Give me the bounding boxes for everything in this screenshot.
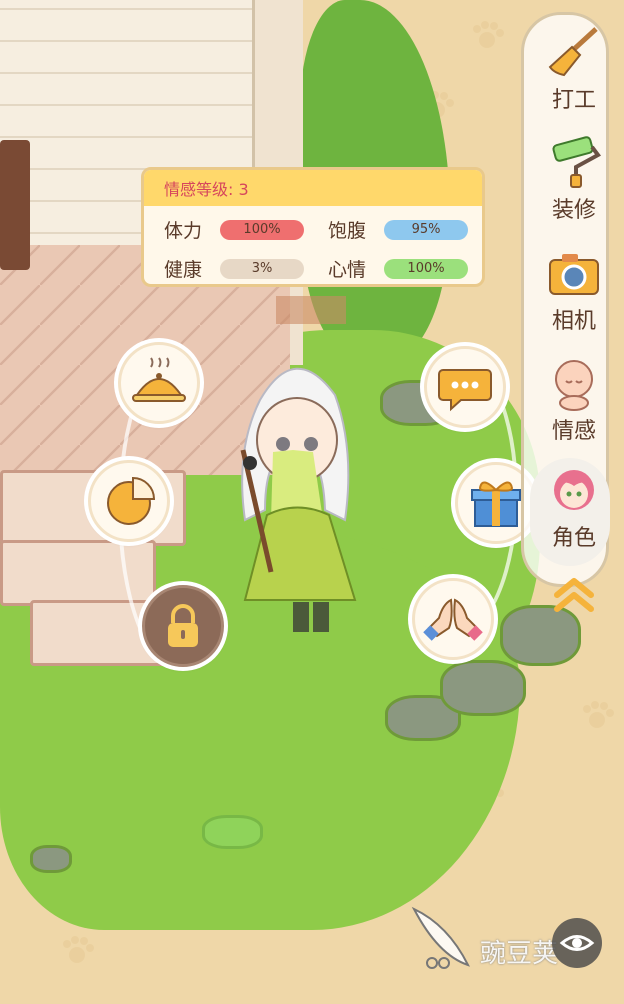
stat-bar: 3% <box>220 258 305 279</box>
locked-button[interactable] <box>142 585 224 667</box>
stat-stamina: 体力 100% <box>164 216 305 243</box>
pie-chart-icon <box>107 476 156 525</box>
side-menu-label: 角色 <box>551 526 596 551</box>
chat-button[interactable] <box>424 346 506 428</box>
stat-bar: 95% <box>384 219 469 240</box>
feed-button[interactable] <box>118 342 200 424</box>
stat-fullness: 饱腹 95% <box>328 216 469 243</box>
side-menu-item-work[interactable]: 打工 <box>533 24 615 114</box>
broom-icon <box>545 24 603 80</box>
side-menu-item-decorate[interactable]: 装修 <box>533 134 615 224</box>
side-menu-label: 装修 <box>551 198 596 223</box>
side-menu-item-camera[interactable]: 相机 <box>533 245 615 335</box>
stat-bar: 100% <box>384 258 469 279</box>
grass-tuft <box>202 815 263 849</box>
paw-print-icon <box>63 936 94 963</box>
side-menu-label: 相机 <box>551 309 596 334</box>
wooden-chair <box>0 140 30 270</box>
paw-print-icon <box>473 21 504 48</box>
paw-print-icon <box>583 701 614 728</box>
gift-box-icon <box>471 481 521 527</box>
stat-label: 体力 <box>164 220 203 242</box>
double-chevron-up-icon[interactable] <box>549 575 599 615</box>
stat-label: 心情 <box>328 259 367 281</box>
praying-hands-icon <box>423 598 483 641</box>
side-menu-item-emotion[interactable]: 情感 <box>533 355 615 445</box>
status-panel: 情感等级: 3 体力 100% 饱腹 95% 健康 3% 心情 100% <box>141 167 485 287</box>
stepping-stone <box>440 660 526 716</box>
speech-bubble-icon <box>438 369 492 412</box>
stat-health: 健康 3% <box>164 255 305 282</box>
watermark-logo-icon <box>411 906 470 969</box>
food-cloche-icon <box>132 357 186 402</box>
baby-face-icon <box>545 355 603 411</box>
paint-roller-icon <box>545 134 603 190</box>
side-menu-label: 打工 <box>551 88 596 113</box>
eye-toggle-button[interactable] <box>552 918 602 968</box>
camera-icon <box>545 245 603 301</box>
stat-label: 健康 <box>164 259 203 281</box>
stat-label: 饱腹 <box>328 220 367 242</box>
stat-mood: 心情 100% <box>328 255 469 282</box>
eye-icon <box>559 935 595 951</box>
side-menu-label: 情感 <box>551 419 596 444</box>
stat-bar: 100% <box>220 219 305 240</box>
emotion-level-title: 情感等级: 3 <box>144 170 482 206</box>
character-avatar-icon <box>545 462 603 518</box>
lock-icon <box>168 604 198 647</box>
stats-button[interactable] <box>88 460 170 542</box>
watermark-text: 豌豆荚 <box>480 939 559 969</box>
pet-name-tag <box>276 296 346 324</box>
pray-button[interactable] <box>412 578 494 660</box>
side-menu-item-character[interactable]: 角色 <box>533 462 615 552</box>
stepping-stone <box>30 845 72 873</box>
